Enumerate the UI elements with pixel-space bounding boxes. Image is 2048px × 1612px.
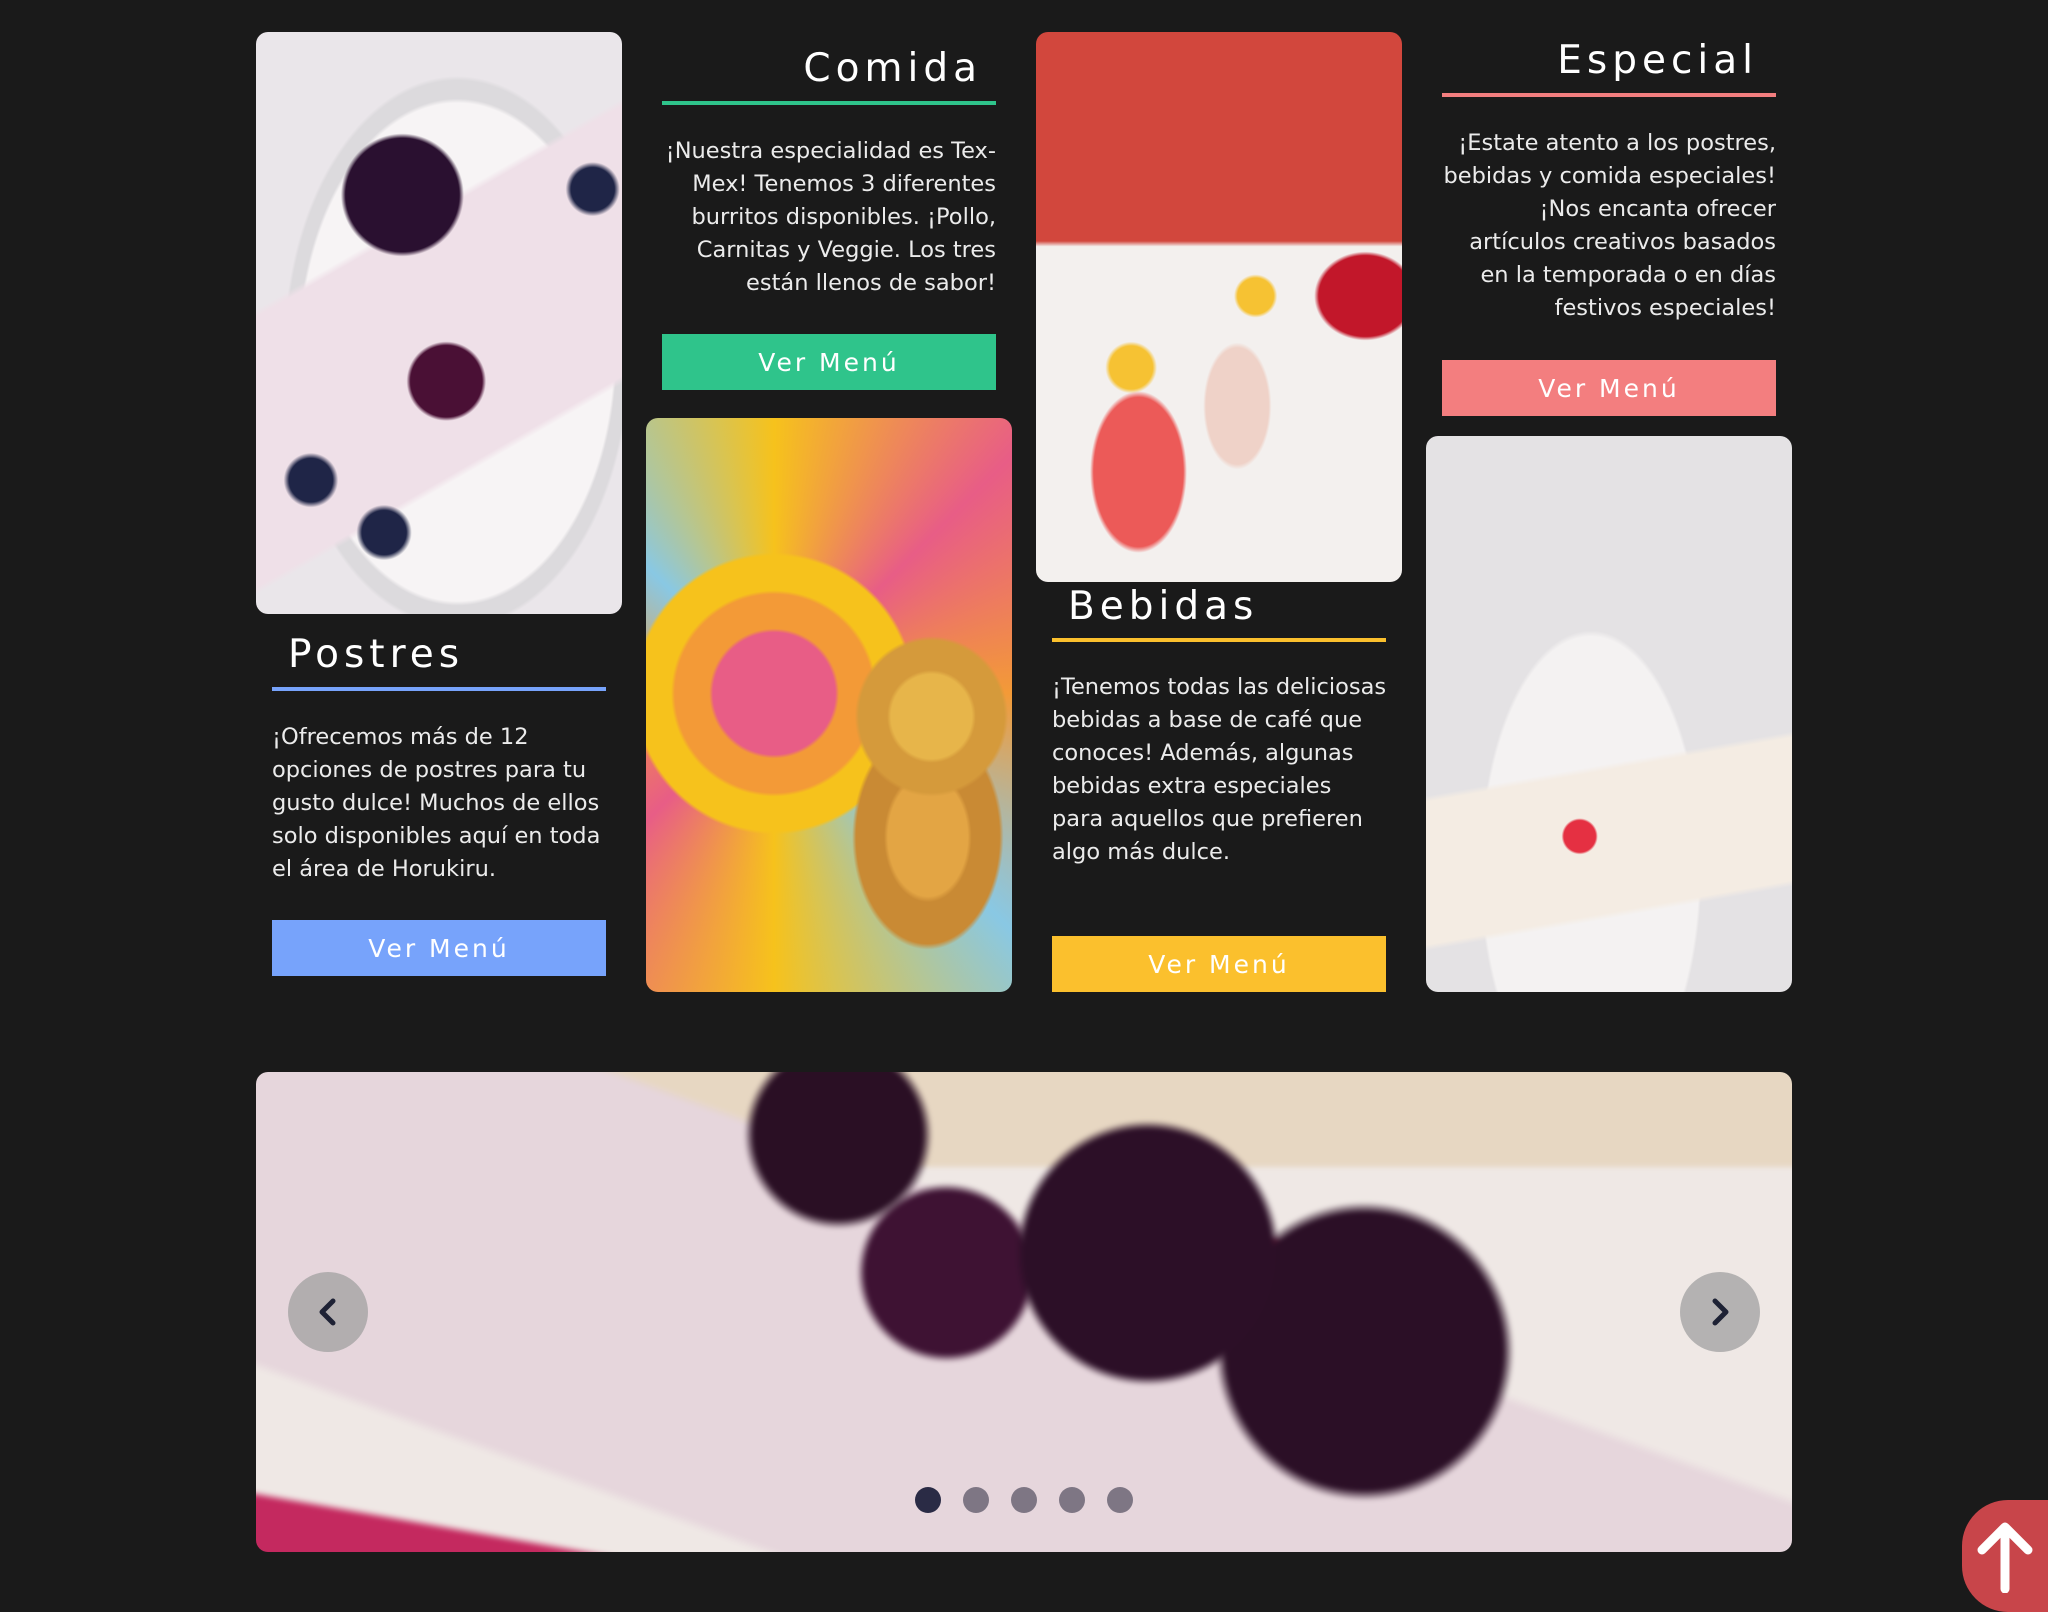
bebidas-title: Bebidas	[1068, 584, 1259, 629]
postres-image	[256, 32, 622, 614]
comida-menu-button[interactable]: Ver Menú	[662, 334, 996, 390]
carousel-dot-5[interactable]	[1107, 1487, 1133, 1513]
bebidas-description: ¡Tenemos todas las deliciosas bebidas a …	[1052, 674, 1387, 865]
comida-divider	[662, 101, 996, 105]
carousel-dot-3[interactable]	[1011, 1487, 1037, 1513]
postres-divider	[272, 687, 606, 691]
chevron-left-icon	[319, 1298, 336, 1326]
chevron-right-icon	[1712, 1298, 1729, 1326]
especial-title: Especial	[1557, 38, 1758, 83]
bebidas-divider	[1052, 638, 1386, 642]
comida-title: Comida	[803, 46, 982, 91]
especial-image	[1426, 436, 1792, 992]
carousel-slide-image	[256, 1072, 1792, 1552]
carousel-dot-2[interactable]	[963, 1487, 989, 1513]
carousel	[256, 1072, 1792, 1552]
comida-description: ¡Nuestra especialidad es Tex-Mex! Tenemo…	[665, 138, 996, 296]
carousel-prev-button[interactable]	[288, 1272, 368, 1352]
arrow-up-icon	[1977, 1522, 2033, 1593]
postres-menu-button[interactable]: Ver Menú	[272, 920, 606, 976]
carousel-next-button[interactable]	[1680, 1272, 1760, 1352]
especial-divider	[1442, 93, 1776, 97]
carousel-indicators	[915, 1487, 1133, 1513]
carousel-dot-4[interactable]	[1059, 1487, 1085, 1513]
bebidas-image	[1036, 32, 1402, 582]
especial-description: ¡Estate atento a los postres, bebidas y …	[1443, 130, 1776, 321]
comida-image	[646, 418, 1012, 992]
postres-description: ¡Ofrecemos más de 12 opciones de postres…	[272, 724, 601, 882]
bebidas-menu-button[interactable]: Ver Menú	[1052, 936, 1386, 992]
especial-menu-button[interactable]: Ver Menú	[1442, 360, 1776, 416]
carousel-dot-1[interactable]	[915, 1487, 941, 1513]
scroll-to-top-button[interactable]	[1962, 1500, 2048, 1612]
postres-title: Postres	[288, 632, 465, 677]
